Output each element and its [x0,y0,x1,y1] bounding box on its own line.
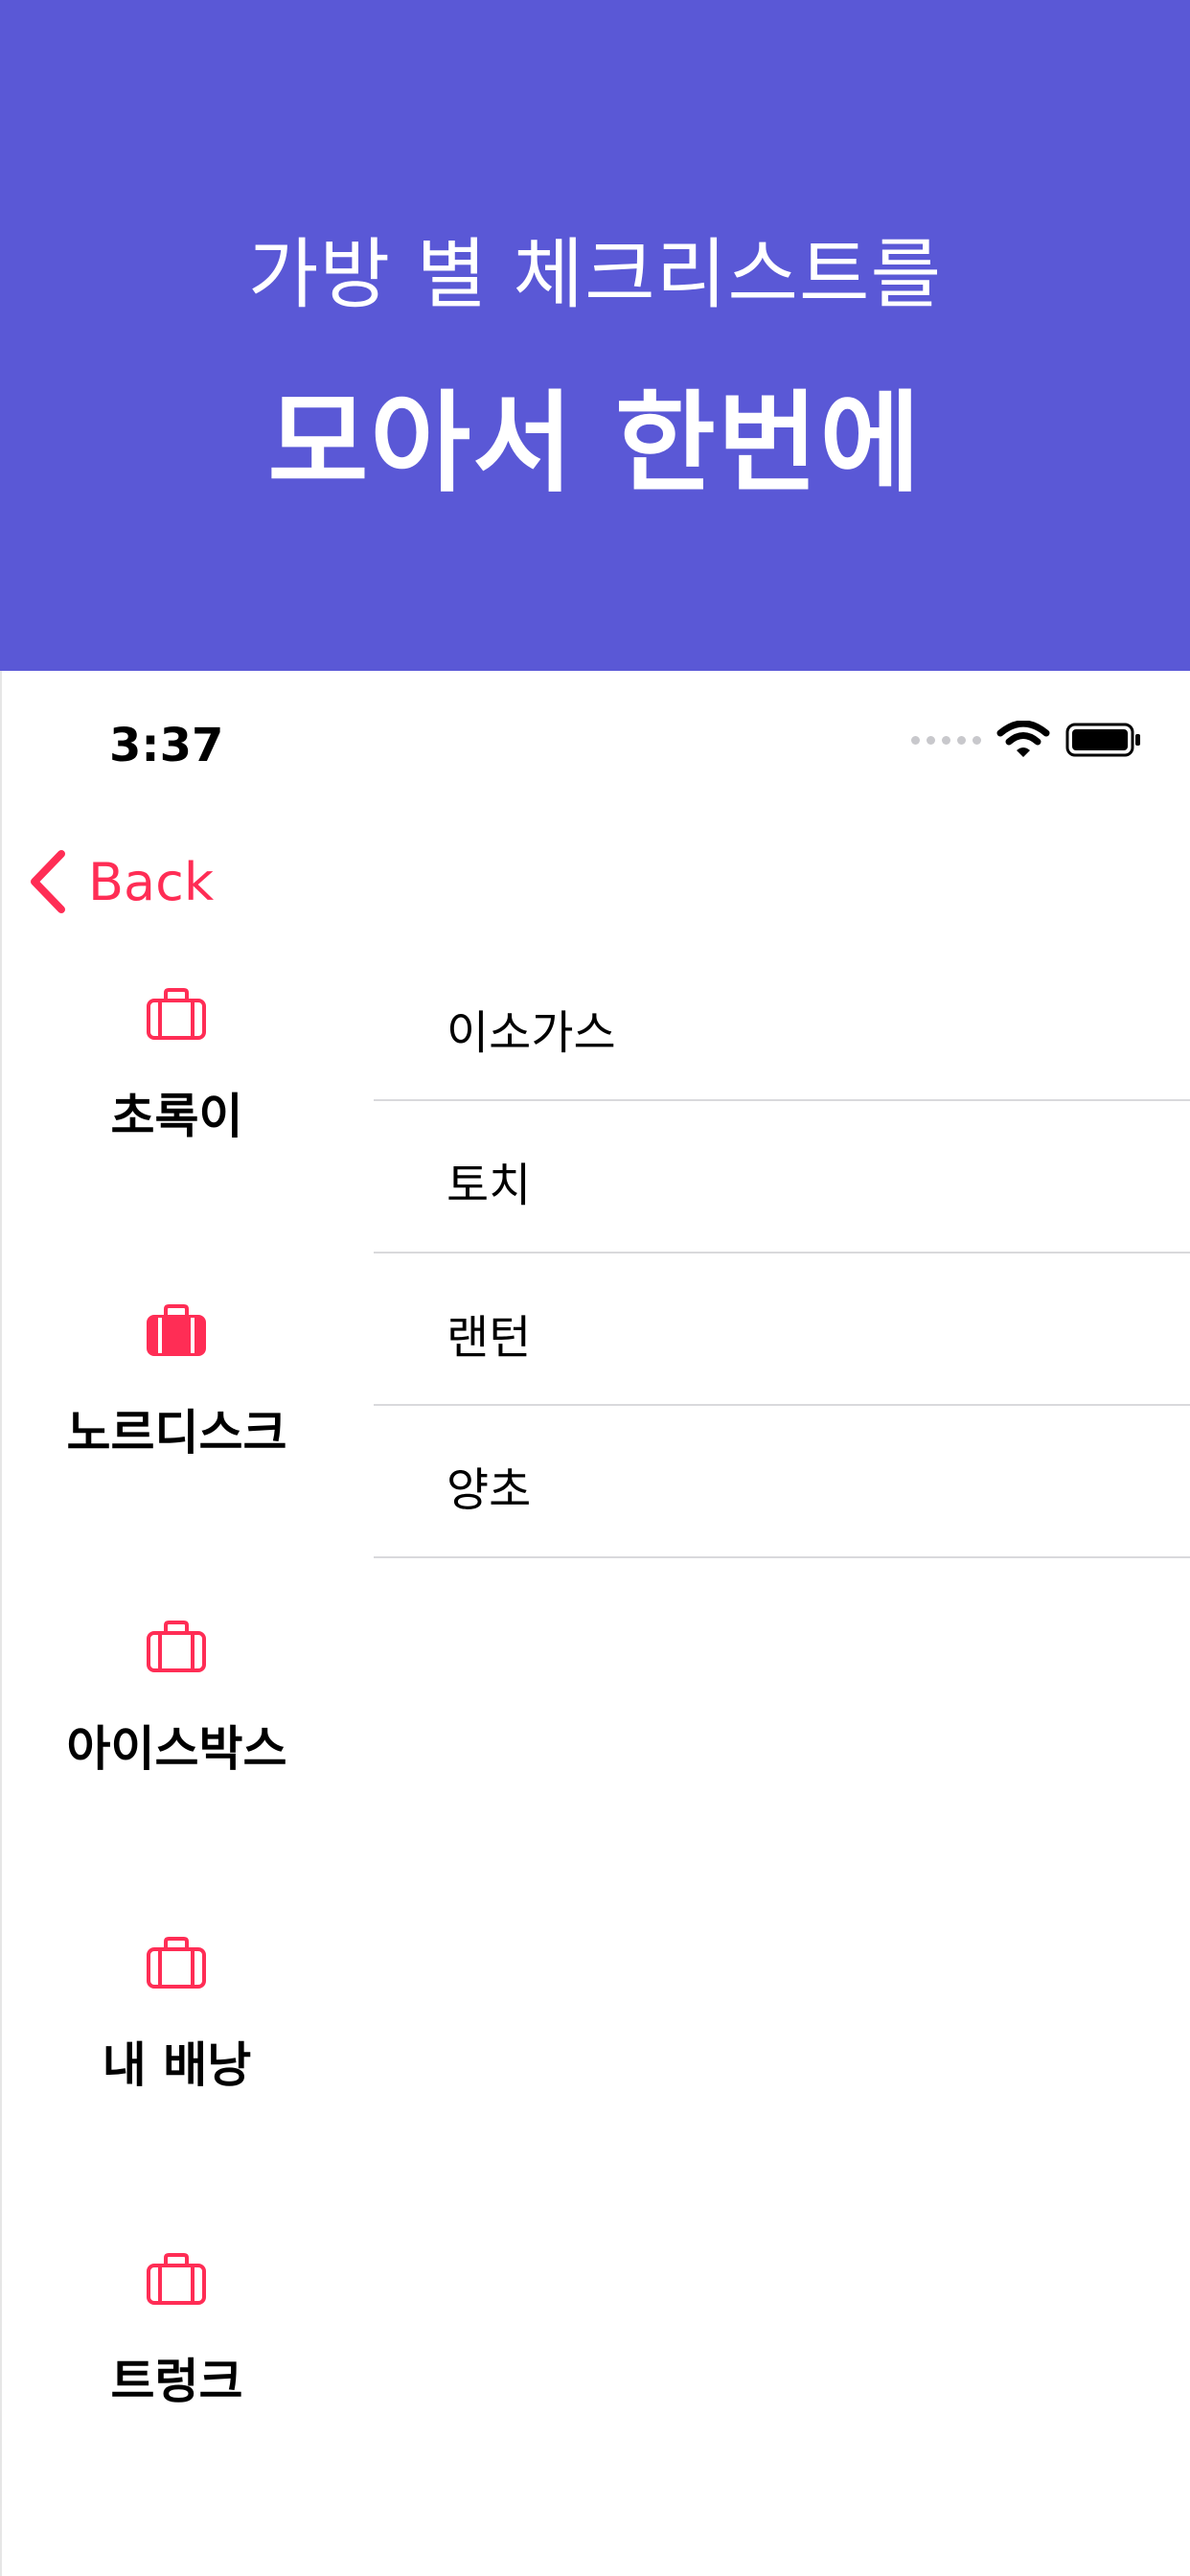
item-label: 이소가스 [446,1006,616,1060]
bag-label: 아이스박스 [66,1721,287,1777]
briefcase-outline-icon [147,1937,206,1989]
briefcase-outline-icon [147,2253,206,2305]
list-item[interactable]: 랜턴 [374,1254,1190,1406]
item-label: 양초 [446,1463,532,1517]
status-indicators [911,721,1142,759]
item-label: 랜턴 [446,1311,532,1365]
battery-icon [1065,723,1140,757]
briefcase-filled-icon [147,1304,206,1356]
list-item[interactable]: 양초 [374,1406,1190,1558]
bag-label: 초록이 [110,1089,243,1144]
briefcase-outline-icon [147,1621,206,1672]
cellular-dots-icon [911,735,981,745]
chevron-left-icon [31,850,65,913]
promo-banner: 가방 별 체크리스트를 모아서 한번에 [0,0,1190,671]
list-item[interactable]: 이소가스 [374,949,1190,1101]
bag-label: 트렁크 [110,2354,243,2409]
item-label: 토치 [446,1159,532,1212]
banner-title: 모아서 한번에 [267,380,923,507]
app-screen: 3:37 Back 초록이 노르디스크 아이스박스 내 배낭 트렁크 이소가스 … [0,671,1190,2576]
list-item[interactable]: 토치 [374,1101,1190,1254]
back-button[interactable]: Back [29,843,214,920]
bag-item-nordisk[interactable]: 노르디스크 [2,1303,352,1495]
banner-subtitle: 가방 별 체크리스트를 [247,230,943,319]
wifi-icon [996,721,1050,757]
status-time: 3:37 [109,719,224,772]
briefcase-outline-icon [147,988,206,1040]
bag-label: 내 배낭 [102,2037,252,2093]
bag-label: 노르디스크 [66,1405,287,1460]
bag-item-backpack[interactable]: 내 배낭 [2,1936,352,2128]
checklist-items: 이소가스 토치 랜턴 양초 [374,949,1190,1558]
bag-item-icebox[interactable]: 아이스박스 [2,1620,352,1811]
back-label: Back [88,851,215,912]
bag-item-trunk[interactable]: 트렁크 [2,2252,352,2444]
bag-item-chorogi[interactable]: 초록이 [2,987,352,1179]
